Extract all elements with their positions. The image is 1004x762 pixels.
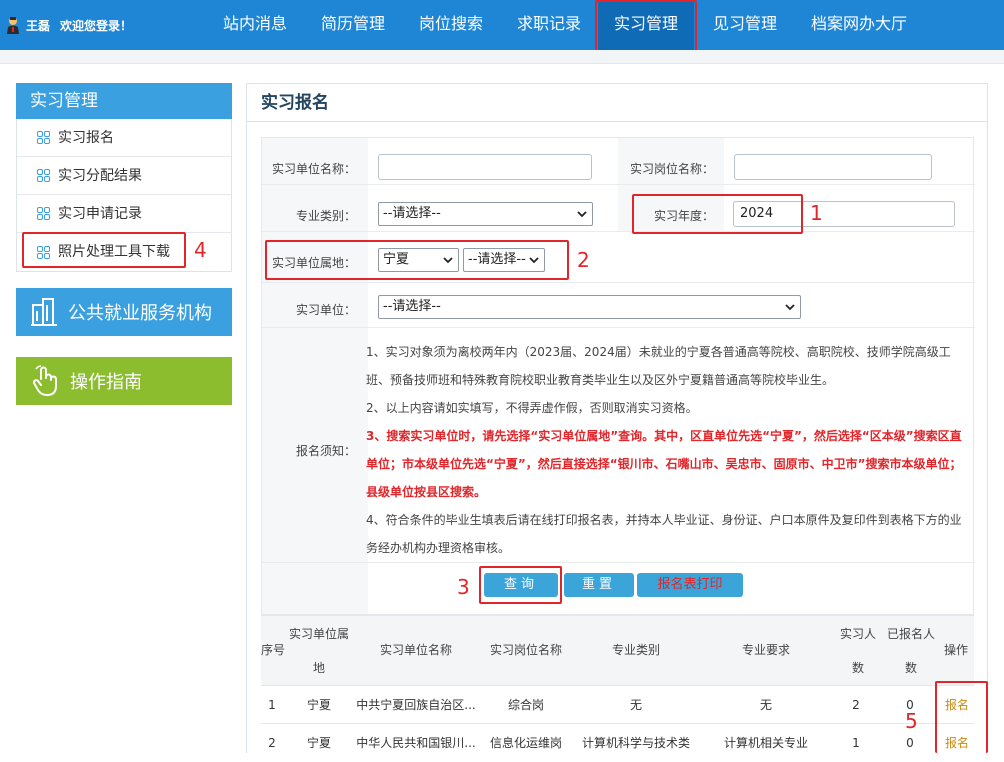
unit-name-input[interactable] — [378, 154, 592, 180]
major-select[interactable]: --请选择-- — [378, 202, 593, 226]
building-icon — [31, 298, 57, 326]
user-name: 王磊 — [26, 18, 51, 33]
annotation-marker-2: 2 — [577, 248, 590, 272]
cell-unit: 中共宁夏回族自治区... — [356, 698, 476, 712]
cell-count: 2 — [852, 698, 860, 712]
unit-label: 实习单位： — [295, 303, 356, 317]
table-row: 2 宁夏 中华人民共和国银川... 信息化运维岗 计算机科学与技术类 计算机相关… — [261, 723, 974, 761]
top-navigation-bar: 王磊 欢迎您登录！ 站内消息 简历管理 岗位搜索 求职记录 实习管理 见习管理 … — [0, 0, 1004, 50]
major-select-value: --请选择-- — [383, 206, 441, 221]
annotation-box — [265, 240, 569, 280]
sidebar-item-enroll[interactable]: 实习报名 — [17, 119, 231, 157]
cell-major: 无 — [629, 698, 642, 712]
cell-region: 宁夏 — [306, 736, 331, 750]
sidebar-item-records[interactable]: 实习申请记录 — [17, 195, 231, 233]
col-unit: 实习单位名称 — [379, 643, 452, 657]
grid-icon — [37, 131, 50, 144]
notice-item-highlight: 3、搜索实习单位时，请先选择“实习单位属地”查询。其中，区直单位先选“宁夏”，然… — [366, 429, 962, 499]
unit-name-label: 实习单位名称： — [271, 162, 356, 176]
cell-post: 信息化运维岗 — [489, 736, 562, 750]
col-operation: 操作 — [943, 643, 968, 657]
annotation-box — [22, 232, 186, 268]
nav-job-records[interactable]: 求职记录 — [504, 0, 594, 50]
notice-item: 1、实习对象须为离校两年内（2023届、2024届）未就业的宁夏各普通高等院校、… — [366, 345, 951, 387]
nav-archives-hall[interactable]: 档案网办大厅 — [800, 0, 918, 50]
annotation-box — [935, 681, 988, 753]
form-row-divider — [262, 184, 975, 185]
cell-major: 计算机科学与技术类 — [581, 736, 690, 750]
cell-requirement: 无 — [759, 698, 772, 712]
col-post: 实习岗位名称 — [489, 643, 562, 657]
form-row-divider — [262, 231, 975, 232]
annotation-marker-5: 5 — [905, 709, 918, 733]
post-name-input[interactable] — [734, 154, 932, 180]
notice-label: 报名须知： — [295, 444, 356, 458]
nav-resume[interactable]: 简历管理 — [308, 0, 398, 50]
col-count: 实习人 — [839, 627, 876, 641]
person-icon — [7, 17, 19, 34]
sidebar-item-label: 实习申请记录 — [58, 205, 142, 222]
annotation-marker-4: 4 — [194, 238, 207, 262]
col-region-cont: 地 — [312, 661, 325, 675]
annotation-box — [632, 194, 803, 234]
notice-item: 2、以上内容请如实填写，不得弄虚作假，否则取消实习资格。 — [366, 401, 698, 415]
nav-traineeship[interactable]: 见习管理 — [700, 0, 790, 50]
cell-region: 宁夏 — [306, 698, 331, 712]
cell-post: 综合岗 — [507, 698, 544, 712]
form-row-divider — [262, 282, 975, 283]
grid-icon — [37, 207, 50, 220]
page-title: 实习报名 — [247, 84, 987, 122]
table-row: 1 宁夏 中共宁夏回族自治区... 综合岗 无 无 2 0 报名 — [261, 685, 974, 723]
col-region: 实习单位属 — [288, 627, 349, 641]
cell-unit: 中华人民共和国银川... — [356, 736, 476, 750]
annotation-marker-3: 3 — [457, 575, 470, 599]
notice-item: 4、符合条件的毕业生填表后请在线打印报名表，并持本人毕业证、身份证、户口本原件及… — [366, 513, 962, 555]
col-requirement: 专业要求 — [741, 643, 790, 657]
sidebar-title: 实习管理 — [16, 83, 232, 119]
sidebar-item-label: 实习分配结果 — [58, 167, 142, 184]
unit-select[interactable]: --请选择-- — [378, 295, 801, 319]
reset-button[interactable]: 重置 — [564, 573, 634, 597]
cell-count: 1 — [852, 736, 860, 750]
nav-messages[interactable]: 站内消息 — [210, 0, 300, 50]
major-label: 专业类别： — [295, 209, 356, 223]
col-major: 专业类别 — [611, 643, 660, 657]
operation-guide-label: 操作指南 — [70, 372, 142, 393]
hand-pointer-icon — [32, 365, 57, 396]
post-name-label: 实习岗位名称： — [629, 162, 714, 176]
header-divider — [0, 50, 1004, 64]
nav-job-search[interactable]: 岗位搜索 — [406, 0, 496, 50]
cell-seq: 2 — [268, 736, 276, 750]
chevron-down-icon — [785, 304, 795, 311]
annotation-box — [479, 566, 562, 604]
form-row-divider — [262, 327, 975, 328]
public-employment-button[interactable]: 公共就业服务机构 — [16, 288, 232, 336]
operation-guide-button[interactable]: 操作指南 — [16, 357, 232, 405]
user-greeting: 王磊 欢迎您登录！ — [6, 15, 132, 35]
cell-seq: 1 — [268, 698, 276, 712]
welcome-text: 欢迎您登录！ — [60, 18, 133, 33]
chevron-down-icon — [577, 211, 587, 218]
form-row-divider — [262, 562, 975, 563]
public-employment-label: 公共就业服务机构 — [68, 303, 212, 324]
annotation-marker-1: 1 — [810, 201, 823, 225]
col-count-cont: 数 — [851, 661, 864, 675]
annotation-box — [595, 0, 697, 52]
sidebar-item-label: 实习报名 — [58, 129, 114, 146]
table-header: 序号 实习单位属 地 实习单位名称 实习岗位名称 专业类别 专业要求 实习人 数… — [261, 615, 974, 685]
col-enrolled: 已报名人 — [886, 627, 935, 641]
sidebar-item-allocation[interactable]: 实习分配结果 — [17, 157, 231, 195]
print-form-button[interactable]: 报名表打印 — [637, 573, 743, 597]
col-enrolled-cont: 数 — [904, 661, 917, 675]
notice-text: 1、实习对象须为离校两年内（2023届、2024届）未就业的宁夏各普通高等院校、… — [366, 338, 970, 562]
unit-select-value: --请选择-- — [383, 299, 441, 314]
cell-requirement: 计算机相关专业 — [723, 736, 808, 750]
col-seq: 序号 — [261, 643, 286, 657]
grid-icon — [37, 169, 50, 182]
